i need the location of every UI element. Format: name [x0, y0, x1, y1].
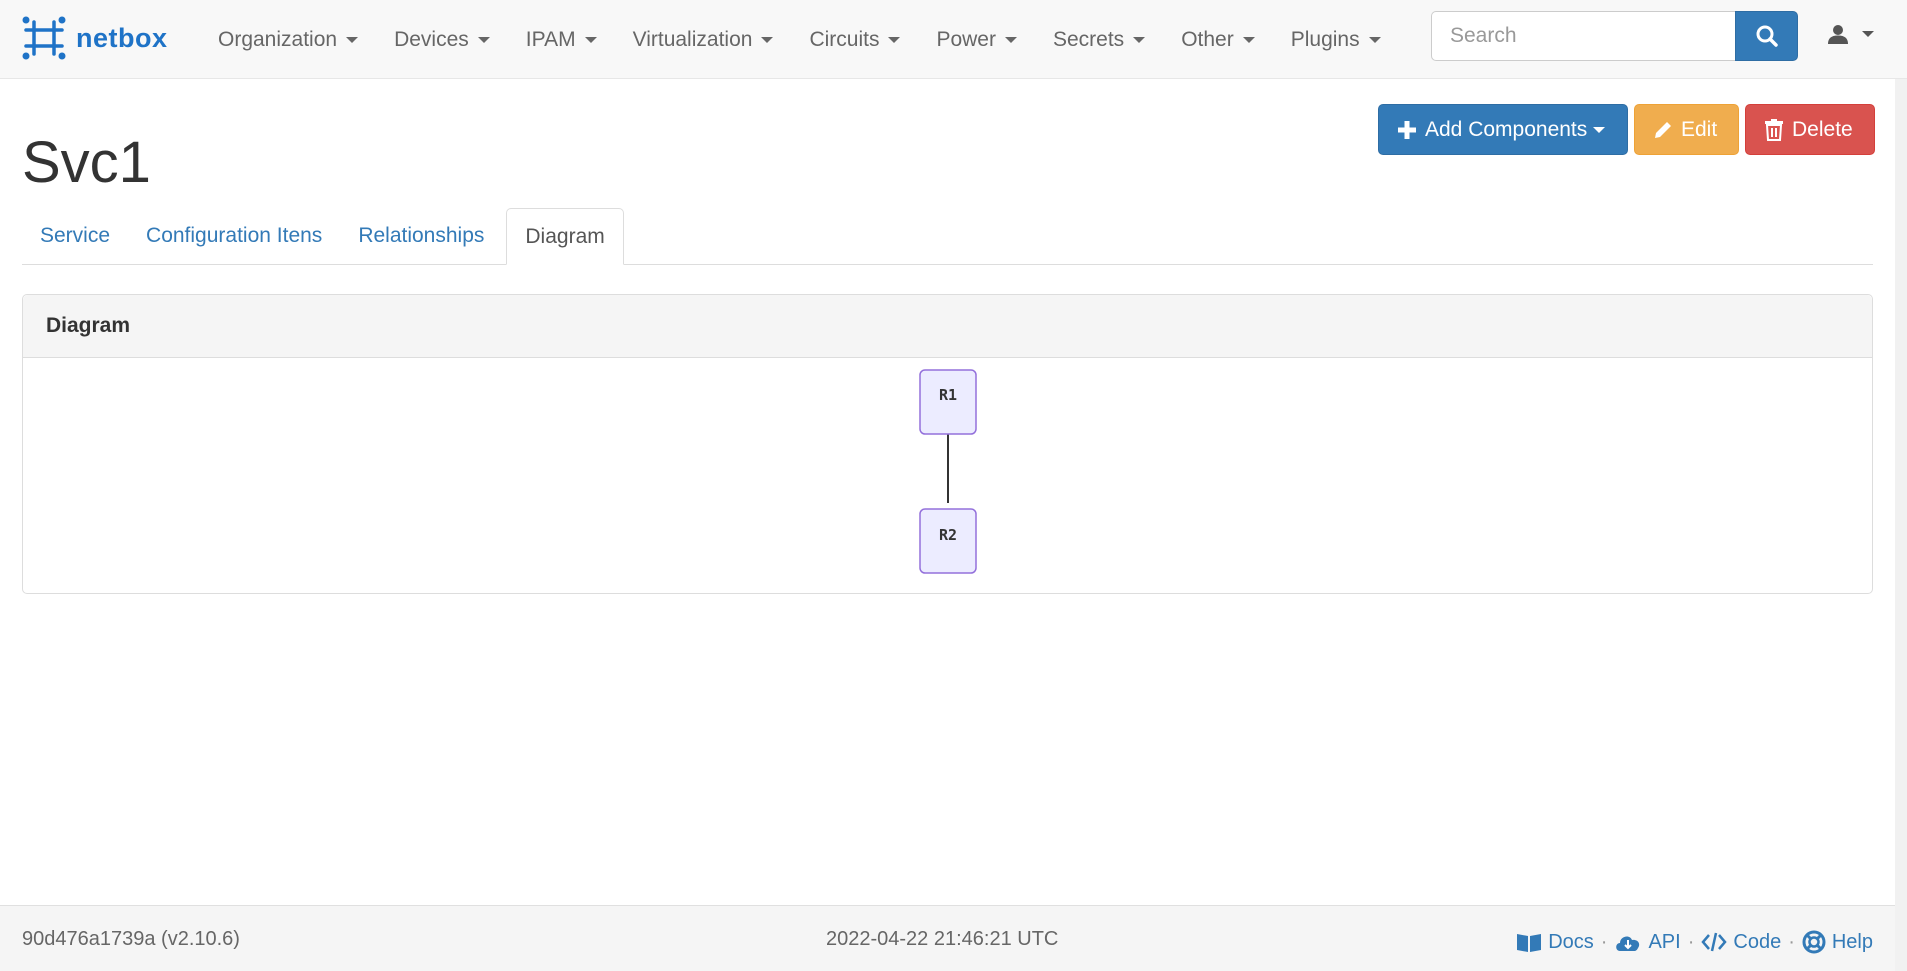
- lifebuoy-icon: [1802, 930, 1826, 954]
- nav-devices[interactable]: Devices: [376, 0, 508, 79]
- search-input[interactable]: [1431, 11, 1735, 61]
- user-menu[interactable]: [1826, 22, 1874, 46]
- docs-link[interactable]: Docs: [1516, 931, 1594, 954]
- caret-down-icon: [584, 36, 597, 43]
- search-button[interactable]: [1735, 11, 1798, 61]
- nav-circuits-label: Circuits: [809, 27, 880, 51]
- footer-timestamp: 2022-04-22 21:46:21 UTC: [826, 928, 1059, 950]
- footer-separator: ·: [1600, 930, 1608, 953]
- nav-power-label: Power: [936, 27, 996, 51]
- caret-down-icon: [1242, 36, 1255, 43]
- code-link[interactable]: Code: [1701, 931, 1781, 954]
- book-icon: [1517, 934, 1542, 952]
- nav-power[interactable]: Power: [918, 0, 1035, 79]
- diagram-panel: Diagram R1 R2: [22, 294, 1873, 594]
- nav-devices-label: Devices: [394, 27, 469, 51]
- add-components-button[interactable]: Add Components: [1378, 104, 1628, 155]
- tab-configuration-itens[interactable]: Configuration Itens: [128, 208, 340, 264]
- caret-down-icon: [1368, 36, 1381, 43]
- nav-virtualization[interactable]: Virtualization: [615, 0, 792, 79]
- api-link[interactable]: API: [1614, 930, 1681, 954]
- nav-circuits[interactable]: Circuits: [791, 0, 918, 79]
- page-actions: Add Components Edit Delete: [1378, 104, 1875, 155]
- diagram-node-r1[interactable]: R1: [919, 369, 977, 435]
- delete-button[interactable]: Delete: [1745, 104, 1875, 155]
- footer: 90d476a1739a (v2.10.6) 2022-04-22 21:46:…: [0, 905, 1895, 971]
- plus-icon: [1398, 120, 1416, 139]
- diagram-node-r1-label: R1: [939, 386, 957, 404]
- tab-diagram[interactable]: Diagram: [506, 208, 624, 265]
- caret-down-icon: [1133, 36, 1146, 43]
- delete-label: Delete: [1792, 117, 1853, 141]
- footer-separator: ·: [1788, 930, 1795, 953]
- footer-version: 90d476a1739a (v2.10.6): [22, 928, 240, 950]
- search-icon: [1756, 25, 1778, 47]
- edit-button[interactable]: Edit: [1634, 104, 1739, 155]
- page-scrollbar[interactable]: [1895, 79, 1907, 971]
- nav-organization[interactable]: Organization: [200, 0, 376, 79]
- caret-down-icon: [1593, 126, 1606, 133]
- caret-down-icon: [477, 36, 490, 43]
- footer-links: Docs · API · Code · Help: [1516, 930, 1873, 954]
- tab-service[interactable]: Service: [22, 208, 128, 264]
- user-icon: [1828, 25, 1848, 44]
- help-label: Help: [1831, 930, 1873, 953]
- trash-icon: [1765, 118, 1783, 141]
- cloud-icon: [1616, 936, 1640, 951]
- diagram-node-r2[interactable]: R2: [919, 508, 977, 574]
- nav-other-label: Other: [1181, 27, 1234, 51]
- netbox-logo-icon: [22, 16, 66, 60]
- nav-secrets[interactable]: Secrets: [1035, 0, 1163, 79]
- help-link[interactable]: Help: [1802, 930, 1873, 954]
- caret-down-icon: [346, 36, 359, 43]
- nav-plugins-label: Plugins: [1290, 27, 1360, 51]
- nav-plugins[interactable]: Plugins: [1273, 0, 1399, 79]
- add-components-label: Add Components: [1425, 117, 1588, 141]
- tab-bar: Service Configuration Itens Relationship…: [22, 208, 1873, 265]
- panel-heading: Diagram: [23, 295, 1872, 358]
- nav-organization-label: Organization: [218, 27, 338, 51]
- code-label: Code: [1733, 930, 1782, 953]
- api-label: API: [1648, 930, 1681, 953]
- docs-label: Docs: [1548, 930, 1594, 953]
- caret-down-icon: [1004, 36, 1017, 43]
- nav-secrets-label: Secrets: [1052, 27, 1125, 51]
- nav-other[interactable]: Other: [1163, 0, 1273, 79]
- main-menu: Organization Devices IPAM Virtualization…: [200, 0, 1399, 79]
- nav-ipam[interactable]: IPAM: [508, 0, 615, 79]
- caret-down-icon: [1862, 31, 1874, 37]
- top-navbar: netbox Organization Devices IPAM Virtual…: [0, 0, 1907, 79]
- brand-logo[interactable]: netbox: [22, 16, 168, 60]
- nav-ipam-label: IPAM: [525, 27, 576, 51]
- search-form: [1431, 11, 1798, 61]
- edit-label: Edit: [1681, 117, 1718, 141]
- tab-relationships[interactable]: Relationships: [340, 208, 502, 264]
- caret-down-icon: [761, 36, 774, 43]
- caret-down-icon: [888, 36, 901, 43]
- brand-name: netbox: [76, 22, 168, 53]
- diagram-canvas: R1 R2: [919, 369, 977, 574]
- diagram-node-r2-label: R2: [939, 526, 957, 544]
- nav-virtualization-label: Virtualization: [632, 27, 753, 51]
- pencil-icon: [1655, 121, 1671, 138]
- diagram-area: R1 R2: [23, 358, 1872, 593]
- code-icon: [1701, 932, 1728, 952]
- page-title: Svc1: [22, 130, 151, 195]
- footer-separator: ·: [1687, 930, 1695, 953]
